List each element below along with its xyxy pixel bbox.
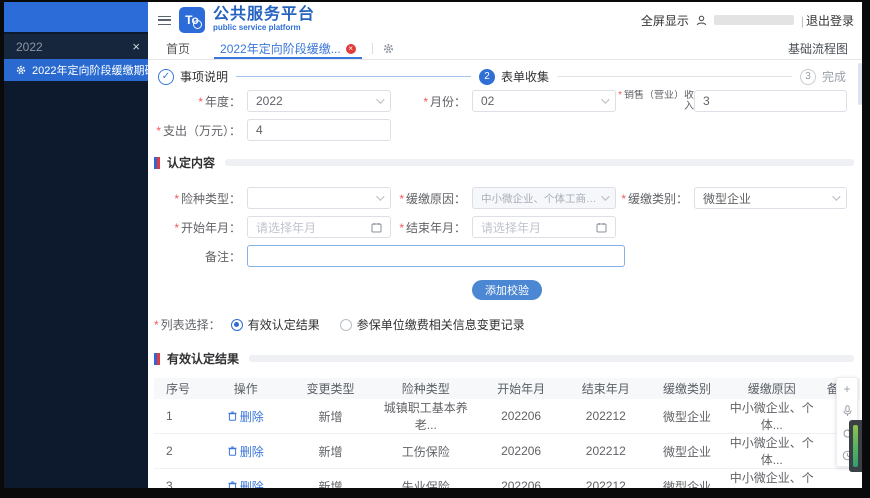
delete-button[interactable]: 删除 bbox=[228, 443, 264, 460]
calendar-icon bbox=[596, 222, 607, 233]
collapse-menu-icon[interactable] bbox=[158, 15, 171, 25]
page-subtitle: public service platform bbox=[213, 23, 301, 33]
gear-icon bbox=[16, 65, 26, 75]
valid-results-table: 序号 操作 变更类型 险种类型 开始年月 结束年月 缓缴类别 缓缴原因 备注 1 bbox=[154, 378, 860, 488]
flowchart-link[interactable]: 基础流程图 bbox=[788, 40, 848, 57]
expense-label: * 支出（万元）： bbox=[156, 123, 241, 138]
logout-button[interactable]: | 退出登录 bbox=[801, 12, 854, 29]
start-month-picker[interactable]: 请选择年月 bbox=[247, 216, 391, 238]
clear-search-icon[interactable]: × bbox=[132, 39, 140, 54]
section-marker-icon bbox=[154, 156, 160, 169]
level-meter-bar bbox=[853, 425, 858, 467]
table-row: 2 删除 新增 工伤保险 202206 202212 微型企业 中小微企业、个体… bbox=[154, 433, 860, 469]
end-month-label: * 结束年月： bbox=[399, 220, 466, 235]
step-3: 3 完成 bbox=[800, 68, 854, 85]
radio-change-records[interactable]: 参保单位缴费相关信息变更记录 bbox=[339, 316, 525, 333]
tab-settings-icon[interactable] bbox=[383, 43, 394, 54]
scrollbar-thumb[interactable] bbox=[858, 63, 862, 105]
section-confirm-content: 认定内容 bbox=[154, 154, 854, 171]
month-select[interactable]: 02 bbox=[472, 90, 616, 112]
remark-input[interactable] bbox=[247, 245, 625, 267]
year-label: * 年度： bbox=[198, 94, 241, 109]
expense-input[interactable] bbox=[247, 119, 391, 141]
end-month-picker[interactable]: 请选择年月 bbox=[472, 216, 616, 238]
radio-icon bbox=[339, 318, 352, 331]
table-row: 3 删除 新增 失业保险 202206 202212 微型企业 中小微企业、个体… bbox=[154, 468, 860, 488]
defer-category-select[interactable]: 微型企业 bbox=[694, 187, 847, 209]
remark-label: 备注： bbox=[204, 249, 241, 264]
chevron-down-icon bbox=[376, 95, 385, 104]
defer-category-label: * 缓缴类别： bbox=[621, 191, 688, 206]
app-logo: To bbox=[179, 7, 205, 33]
section-valid-results: 有效认定结果 bbox=[154, 350, 854, 367]
list-select-label: * 列表选择： bbox=[154, 318, 221, 332]
delete-button[interactable]: 删除 bbox=[228, 408, 264, 425]
top-header: To 公共服务平台 public service platform 全屏显示 |… bbox=[148, 2, 862, 38]
add-validation-button[interactable]: 添加校验 bbox=[472, 280, 542, 300]
username-redacted bbox=[713, 15, 794, 25]
page-title: 公共服务平台 bbox=[213, 6, 316, 24]
tab-home[interactable]: 首页 bbox=[166, 40, 190, 57]
month-label: * 月份： bbox=[423, 94, 466, 109]
chevron-down-icon bbox=[601, 95, 610, 104]
sidebar-header-block bbox=[4, 2, 148, 32]
insurance-type-label: * 险种类型： bbox=[174, 191, 241, 206]
form-content: ✓ 事项说明 2 表单收集 3 完成 * 年度： 2022 * 月份： 02 *… bbox=[148, 60, 862, 488]
chevron-down-icon bbox=[376, 192, 385, 201]
app-window: 2022 × 2022年定向阶段缓缴期确认 To 公共服务平台 public s… bbox=[4, 2, 862, 488]
calendar-icon bbox=[371, 222, 382, 233]
step-check-icon: ✓ bbox=[158, 68, 174, 85]
recorder-widget[interactable] bbox=[849, 420, 862, 472]
sidebar-search-input[interactable]: 2022 bbox=[16, 40, 132, 54]
sidebar-search[interactable]: 2022 × bbox=[4, 34, 148, 59]
radio-icon bbox=[230, 318, 243, 331]
sidebar-item-label: 2022年定向阶段缓缴期确认 bbox=[32, 65, 167, 77]
chevron-down-icon bbox=[832, 192, 841, 201]
insurance-type-select[interactable] bbox=[247, 187, 391, 209]
sidebar-item-2022-confirm[interactable]: 2022年定向阶段缓缴期确认 bbox=[4, 59, 166, 81]
income-label: *销售（营业）收入 (万元)： bbox=[618, 90, 694, 112]
radio-valid-results[interactable]: 有效认定结果 bbox=[230, 316, 320, 333]
step-2: 2 表单收集 bbox=[479, 68, 557, 85]
microphone-icon[interactable] bbox=[837, 400, 857, 422]
table-row: 1 删除 新增 城镇职工基本养老... 202206 202212 微型企业 中… bbox=[154, 399, 860, 434]
move-icon[interactable]: + bbox=[837, 378, 857, 400]
close-tab-icon[interactable]: × bbox=[345, 43, 356, 54]
section-marker-icon bbox=[154, 352, 160, 365]
fullscreen-button[interactable]: 全屏显示 bbox=[641, 12, 689, 29]
table-header-row: 序号 操作 变更类型 险种类型 开始年月 结束年月 缓缴类别 缓缴原因 备注 bbox=[154, 378, 860, 399]
sidebar: 2022 × 2022年定向阶段缓缴期确认 bbox=[4, 2, 166, 488]
tab-bar: 首页 2022年定向阶段缓缴... × 基础流程图 bbox=[148, 38, 862, 60]
income-input[interactable] bbox=[694, 90, 847, 112]
defer-reason-select: 中小微企业、个体工商户及社会组织缓缴 bbox=[472, 187, 616, 209]
delete-button[interactable]: 删除 bbox=[228, 478, 264, 488]
defer-reason-label: * 缓缴原因： bbox=[399, 191, 466, 206]
tab-2022-defer[interactable]: 2022年定向阶段缓缴... × bbox=[214, 38, 362, 59]
year-select[interactable]: 2022 bbox=[247, 90, 391, 112]
chevron-down-icon bbox=[601, 192, 610, 201]
user-icon bbox=[696, 15, 707, 26]
start-month-label: * 开始年月： bbox=[174, 220, 241, 235]
list-select-group: * 列表选择： 有效认定结果 参保单位缴费相关信息变更记录 bbox=[152, 316, 862, 333]
steps-wizard: ✓ 事项说明 2 表单收集 3 完成 bbox=[152, 60, 862, 90]
step-1: ✓ 事项说明 bbox=[158, 68, 236, 85]
